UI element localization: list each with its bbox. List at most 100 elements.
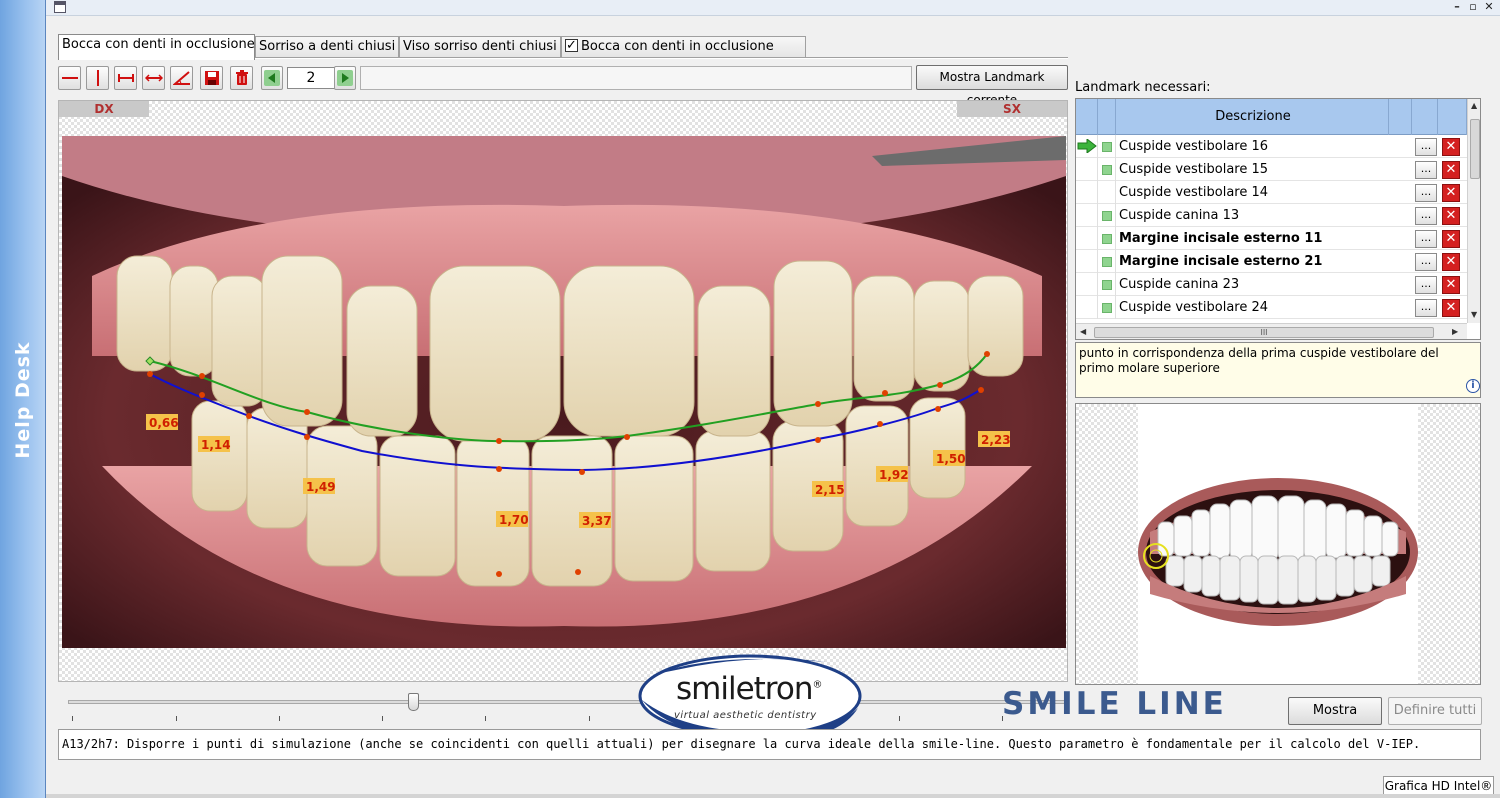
instruction-bar: A13/2h7: Disporre i punti di simulazione… bbox=[58, 729, 1481, 760]
measurement-label: 2,23 bbox=[978, 431, 1011, 447]
window-titlebar: – ▫ ✕ bbox=[46, 0, 1500, 16]
scroll-left-icon[interactable]: ◀ bbox=[1080, 327, 1086, 336]
distance-icon bbox=[145, 74, 163, 82]
horizontal-line-icon bbox=[62, 77, 78, 79]
landmark-edit-button[interactable]: ... bbox=[1415, 276, 1437, 294]
next-page-button[interactable] bbox=[334, 66, 356, 90]
horizontal-line-tool[interactable] bbox=[58, 66, 81, 90]
landmarks-header: Descrizione bbox=[1076, 99, 1467, 135]
slider-thumb[interactable] bbox=[408, 693, 419, 711]
dental-photo[interactable]: 0,66 1,14 1,49 1,70 3,37 2,15 1,92 1,50 … bbox=[62, 136, 1066, 648]
image-canvas[interactable]: DX SX 0,66 1,14 1,49 1,70 3,37 2,15 1,92… bbox=[58, 100, 1068, 682]
landmark-row[interactable]: Cuspide vestibolare 15 ... ✕ bbox=[1076, 158, 1467, 181]
scroll-down-icon[interactable]: ▼ bbox=[1471, 310, 1477, 319]
landmarks-grid[interactable]: Descrizione Cuspide vestibolare 16 ... ✕… bbox=[1075, 98, 1481, 340]
bottom-taskbar bbox=[46, 794, 1500, 798]
landmark-status-icon bbox=[1102, 142, 1112, 152]
define-all-button[interactable]: Definire tutti bbox=[1388, 697, 1482, 725]
landmark-description: punto in corrispondenza della prima cusp… bbox=[1075, 342, 1481, 398]
instruction-text: A13/2h7: Disporre i punti di simulazione… bbox=[62, 737, 1421, 751]
tab-sorriso-denti-chiusi[interactable]: Sorriso a denti chiusi bbox=[255, 36, 399, 58]
landmark-label: Margine incisale esterno 11 bbox=[1119, 231, 1323, 246]
measure-tool[interactable] bbox=[114, 66, 137, 90]
help-desk-label[interactable]: Help Desk bbox=[12, 341, 34, 458]
tab-viso-sorriso[interactable]: Viso sorriso denti chiusi bbox=[399, 36, 561, 58]
landmark-status-icon bbox=[1102, 165, 1112, 175]
svg-text:1,14: 1,14 bbox=[201, 438, 231, 452]
logo-tagline: virtual aesthetic dentistry bbox=[674, 710, 817, 721]
landmark-row[interactable]: Cuspide vestibolare 24 ... ✕ bbox=[1076, 296, 1467, 319]
landmark-label: Cuspide vestibolare 16 bbox=[1119, 139, 1269, 154]
help-desk-panel[interactable]: Help Desk bbox=[0, 0, 46, 798]
landmark-status-icon bbox=[1102, 303, 1112, 313]
save-button[interactable] bbox=[200, 66, 223, 90]
landmark-row[interactable]: Cuspide canina 13 ... ✕ bbox=[1076, 204, 1467, 227]
show-button[interactable]: Mostra bbox=[1288, 697, 1382, 725]
landmarks-title: Landmark necessari: bbox=[1075, 80, 1211, 95]
landmarks-horizontal-scrollbar[interactable]: ◀ III ▶ bbox=[1076, 323, 1467, 339]
landmark-row[interactable]: Cuspide vestibolare 16 ... ✕ bbox=[1076, 135, 1467, 158]
landmark-delete-button[interactable]: ✕ bbox=[1442, 207, 1460, 225]
tab-bocca-occlusione-checked[interactable]: Bocca con denti in occlusione bbox=[561, 36, 806, 58]
landmark-label: Cuspide vestibolare 24 bbox=[1119, 300, 1269, 315]
restore-button[interactable]: ▫ bbox=[1466, 0, 1480, 14]
svg-text:1,70: 1,70 bbox=[499, 513, 529, 527]
vertical-line-tool[interactable] bbox=[86, 66, 109, 90]
landmark-row[interactable]: Cuspide canina 23 ... ✕ bbox=[1076, 273, 1467, 296]
landmark-description-text: punto in corrispondenza della prima cusp… bbox=[1079, 346, 1439, 375]
page-number-input[interactable]: 2 bbox=[287, 67, 335, 89]
landmark-preview bbox=[1075, 403, 1481, 685]
landmark-row[interactable]: Cuspide vestibolare 14 ... ✕ bbox=[1076, 181, 1467, 204]
landmark-delete-button[interactable]: ✕ bbox=[1442, 184, 1460, 202]
svg-text:2,15: 2,15 bbox=[815, 483, 845, 497]
landmark-label: Cuspide canina 23 bbox=[1119, 277, 1240, 292]
landmark-status-icon bbox=[1102, 234, 1112, 244]
tab-bocca-occlusione[interactable]: Bocca con denti in occlusione bbox=[58, 34, 255, 60]
landmark-delete-button[interactable]: ✕ bbox=[1442, 138, 1460, 156]
column-header-descrizione[interactable]: Descrizione bbox=[1118, 99, 1388, 135]
close-button[interactable]: ✕ bbox=[1482, 0, 1496, 14]
info-icon[interactable]: i bbox=[1466, 379, 1480, 393]
section-title: SMILE LINE bbox=[1002, 686, 1227, 722]
slider-track[interactable] bbox=[68, 700, 1068, 704]
measurement-label: 1,49 bbox=[303, 478, 336, 494]
landmark-row[interactable]: Margine incisale esterno 21 ... ✕ bbox=[1076, 250, 1467, 273]
scroll-right-icon[interactable]: ▶ bbox=[1452, 327, 1458, 336]
measurement-label: 1,92 bbox=[876, 466, 909, 482]
svg-text:1,50: 1,50 bbox=[936, 452, 966, 466]
angle-tool[interactable] bbox=[170, 66, 193, 90]
landmark-status-icon bbox=[1102, 211, 1112, 221]
measurement-label: 2,15 bbox=[812, 481, 845, 497]
landmark-delete-button[interactable]: ✕ bbox=[1442, 253, 1460, 271]
measurement-label: 1,70 bbox=[496, 511, 529, 527]
landmarks-vertical-scrollbar[interactable]: ▲ ▼ bbox=[1467, 99, 1480, 323]
landmark-label: Cuspide canina 13 bbox=[1119, 208, 1240, 223]
main-panel: Bocca con denti in occlusione Sorriso a … bbox=[46, 16, 1500, 798]
landmark-row[interactable]: Margine incisale esterno 11 ... ✕ bbox=[1076, 227, 1467, 250]
minimize-button[interactable]: – bbox=[1450, 0, 1464, 14]
dental-photo-drawing[interactable]: 0,66 1,14 1,49 1,70 3,37 2,15 1,92 1,50 … bbox=[62, 136, 1066, 648]
landmark-delete-button[interactable]: ✕ bbox=[1442, 161, 1460, 179]
landmark-edit-button[interactable]: ... bbox=[1415, 230, 1437, 248]
distance-tool[interactable] bbox=[142, 66, 165, 90]
landmark-edit-button[interactable]: ... bbox=[1415, 253, 1437, 271]
show-current-landmark-button[interactable]: Mostra Landmark corrente bbox=[916, 65, 1068, 107]
zoom-slider[interactable] bbox=[68, 692, 1068, 722]
landmark-edit-button[interactable]: ... bbox=[1415, 207, 1437, 225]
landmark-edit-button[interactable]: ... bbox=[1415, 184, 1437, 202]
delete-button[interactable] bbox=[230, 66, 253, 90]
landmark-delete-button[interactable]: ✕ bbox=[1442, 276, 1460, 294]
tab-checkbox[interactable] bbox=[565, 36, 578, 56]
tab-label: Viso sorriso denti chiusi bbox=[403, 39, 557, 54]
current-row-arrow-icon bbox=[1077, 139, 1097, 153]
graphics-mode-label[interactable]: Grafica HD Intel® bbox=[1383, 776, 1494, 796]
landmark-edit-button[interactable]: ... bbox=[1415, 161, 1437, 179]
vertical-scroll-thumb[interactable] bbox=[1470, 119, 1480, 179]
prev-page-button[interactable] bbox=[261, 66, 283, 90]
landmark-delete-button[interactable]: ✕ bbox=[1442, 230, 1460, 248]
landmark-edit-button[interactable]: ... bbox=[1415, 299, 1437, 317]
horizontal-scroll-thumb[interactable]: III bbox=[1094, 327, 1434, 338]
scroll-up-icon[interactable]: ▲ bbox=[1471, 101, 1477, 110]
landmark-delete-button[interactable]: ✕ bbox=[1442, 299, 1460, 317]
landmark-edit-button[interactable]: ... bbox=[1415, 138, 1437, 156]
